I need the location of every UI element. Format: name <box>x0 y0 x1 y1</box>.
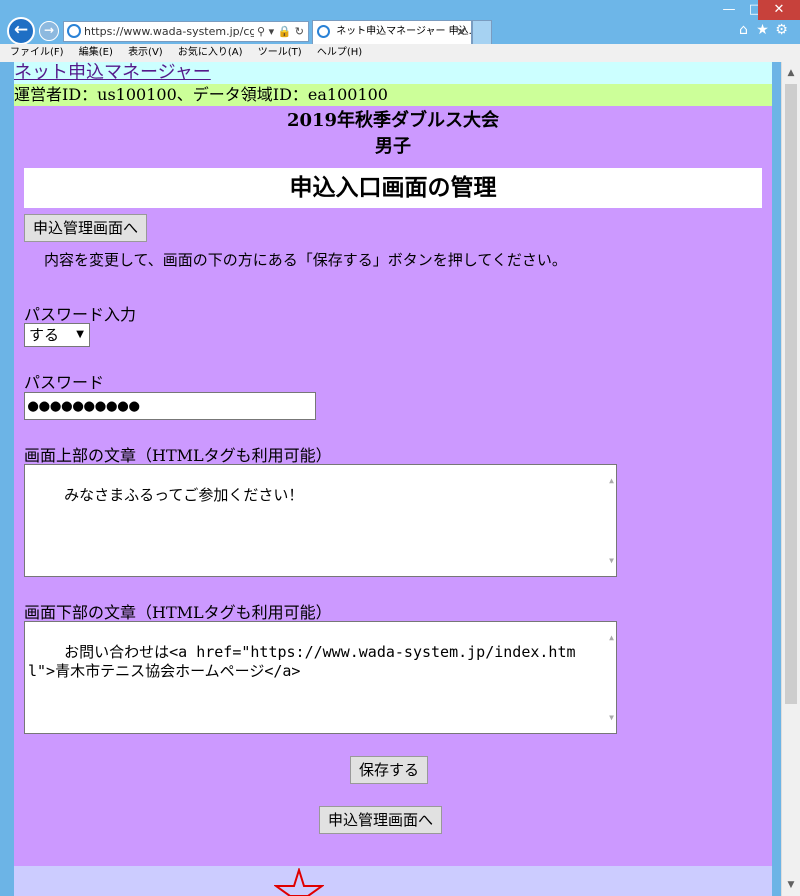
site-header: ネット申込マネージャー <box>14 62 772 84</box>
close-window-icon[interactable]: ✕ <box>758 0 800 20</box>
bottom-text-value: お問い合わせは<a href="https://www.wada-system.… <box>28 643 576 680</box>
scroll-down-arrow-icon[interactable]: ▼ <box>782 876 800 894</box>
menu-favorites[interactable]: お気に入り(A) <box>178 47 243 58</box>
page-scrollbar[interactable]: ▲ ▼ <box>781 62 800 896</box>
browser-right-icons: ⌂ ★ ⚙ <box>734 22 794 40</box>
page-viewport: ネット申込マネージャー 運営者ID：us100100、データ領域ID：ea100… <box>14 62 772 896</box>
menu-bar: ファイル(F) 編集(E) 表示(V) お気に入り(A) ツール(T) ヘルプ(… <box>0 44 800 62</box>
back-arrow-icon[interactable]: ← <box>7 17 35 45</box>
event-title: 2019年秋季ダブルス大会 <box>286 110 500 131</box>
password-input-label: パスワード入力 <box>24 305 137 324</box>
scroll-down-icon[interactable]: ▼ <box>609 551 614 570</box>
new-tab-button[interactable] <box>472 20 492 44</box>
chevron-down-icon: ▼ <box>76 329 84 340</box>
home-icon[interactable]: ⌂ <box>734 22 753 38</box>
scroll-up-icon[interactable]: ▲ <box>609 628 614 647</box>
operator-info: 運営者ID：us100100、データ領域ID：ea100100 <box>14 84 772 106</box>
browser-tab[interactable]: ネット申込マネージャー 申込... ✕ <box>312 20 472 44</box>
window-left-border <box>0 62 14 896</box>
password-input-select[interactable]: する ▼ <box>24 323 90 347</box>
password-field[interactable]: ●●●●●●●●●● <box>24 392 316 420</box>
menu-help[interactable]: ヘルプ(H) <box>317 47 362 58</box>
scroll-up-icon[interactable]: ▲ <box>609 471 614 490</box>
ie-logo-icon <box>67 24 81 38</box>
favorites-star-icon[interactable]: ★ <box>753 22 772 38</box>
menu-file[interactable]: ファイル(F) <box>10 47 64 58</box>
save-button[interactable]: 保存する <box>350 756 429 784</box>
menu-edit[interactable]: 編集(E) <box>79 47 113 58</box>
tab-close-icon[interactable]: ✕ <box>456 21 466 43</box>
password-label: パスワード <box>24 373 105 392</box>
scroll-down-icon[interactable]: ▼ <box>609 708 614 727</box>
bottom-text-area[interactable]: お問い合わせは<a href="https://www.wada-system.… <box>24 621 617 734</box>
forward-arrow-icon[interactable]: → <box>39 21 59 41</box>
site-link[interactable]: ネット申込マネージャー <box>14 62 211 83</box>
page-heading: 申込入口画面の管理 <box>24 168 762 208</box>
tab-favicon-icon <box>317 25 330 38</box>
to-admin-button-bottom[interactable]: 申込管理画面へ <box>319 806 443 834</box>
menu-view[interactable]: 表示(V) <box>128 47 163 58</box>
tab-title: ネット申込マネージャー 申込... <box>336 26 472 37</box>
bottom-text-label: 画面下部の文章（HTMLタグも利用可能） <box>24 603 332 622</box>
scrollbar-thumb[interactable] <box>785 84 797 704</box>
event-category: 男子 <box>375 136 411 157</box>
instruction-text: 内容を変更して、画面の下の方にある「保存する」ボタンを押してください。 <box>44 251 567 269</box>
address-tools-icon[interactable]: ⚲ ▾ 🔒 ↻ <box>257 22 304 41</box>
page-footer <box>14 866 772 896</box>
to-admin-button-top[interactable]: 申込管理画面へ <box>24 214 148 242</box>
top-text-area[interactable]: みなさまふるってご参加ください！ ▲ ▼ <box>24 464 617 577</box>
window-right-border <box>772 62 781 896</box>
address-bar[interactable]: https://www.wada-system.jp/cgi-bir ⚲ ▾ 🔒… <box>63 21 309 42</box>
top-text-value: みなさまふるってご参加ください！ <box>64 486 304 504</box>
menu-tools[interactable]: ツール(T) <box>258 47 302 58</box>
top-text-label: 画面上部の文章（HTMLタグも利用可能） <box>24 446 332 465</box>
star-logo-icon <box>274 868 324 896</box>
settings-gear-icon[interactable]: ⚙ <box>772 22 791 38</box>
address-url[interactable]: https://www.wada-system.jp/cgi-bir <box>84 22 254 41</box>
event-title-block: 2019年秋季ダブルス大会 男子 <box>14 108 772 160</box>
password-input-value: する <box>29 326 60 344</box>
scroll-up-arrow-icon[interactable]: ▲ <box>782 64 800 82</box>
